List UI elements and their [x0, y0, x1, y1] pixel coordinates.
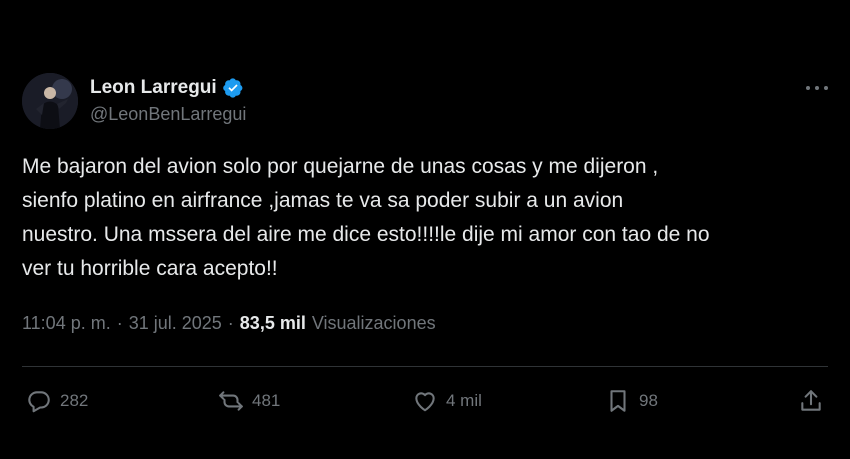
bookmark-count: 98 — [639, 391, 658, 410]
retweet-icon — [218, 388, 244, 414]
verified-badge-icon[interactable] — [222, 77, 244, 99]
tweet-text-line: Me bajaron del avion solo por quejarne d… — [22, 155, 659, 178]
like-icon — [412, 388, 438, 414]
meta-separator: · — [116, 313, 123, 333]
action-bar: 282 481 4 mil 98 — [22, 382, 828, 420]
reply-button[interactable]: 282 — [26, 382, 88, 420]
tweet-date[interactable]: 31 jul. 2025 — [129, 313, 222, 334]
avatar-image — [22, 73, 78, 129]
tweet-text: Me bajaron del avion solo por quejarne d… — [22, 150, 822, 286]
avatar[interactable] — [22, 73, 78, 129]
tweet-text-line: nuestro. Una mssera del aire me dice est… — [22, 223, 710, 246]
tweet-card: Leon Larregui @LeonBenLarregui Me bajaro… — [0, 0, 850, 459]
reply-icon — [26, 388, 52, 414]
share-icon — [798, 388, 824, 414]
more-dot — [815, 86, 819, 90]
more-dot — [806, 86, 810, 90]
like-button[interactable]: 4 mil — [412, 382, 482, 420]
meta-separator: · — [227, 313, 234, 333]
views-label: Visualizaciones — [311, 313, 436, 333]
more-options-icon[interactable] — [806, 78, 828, 98]
retweet-count: 481 — [252, 391, 281, 410]
divider — [22, 366, 828, 367]
reply-count: 282 — [60, 391, 89, 410]
share-button[interactable] — [798, 382, 824, 420]
bookmark-icon — [605, 388, 631, 414]
tweet-time[interactable]: 11:04 p. m. — [22, 313, 111, 334]
author-name-row: Leon Larregui — [90, 76, 244, 100]
author-handle[interactable]: @LeonBenLarregui — [90, 104, 246, 125]
views-count: 83,5 mil — [239, 313, 306, 333]
bookmark-button[interactable]: 98 — [605, 382, 658, 420]
retweet-button[interactable]: 481 — [218, 382, 280, 420]
more-dot — [824, 86, 828, 90]
author-display-name[interactable]: Leon Larregui — [90, 77, 217, 99]
like-count: 4 mil — [446, 391, 482, 410]
tweet-meta: 11:04 p. m. · 31 jul. 2025 · 83,5 mil Vi… — [22, 313, 436, 334]
tweet-text-line: sienfo platino en airfrance ,jamas te va… — [22, 189, 624, 212]
tweet-text-line: ver tu horrible cara acepto!! — [22, 257, 278, 280]
